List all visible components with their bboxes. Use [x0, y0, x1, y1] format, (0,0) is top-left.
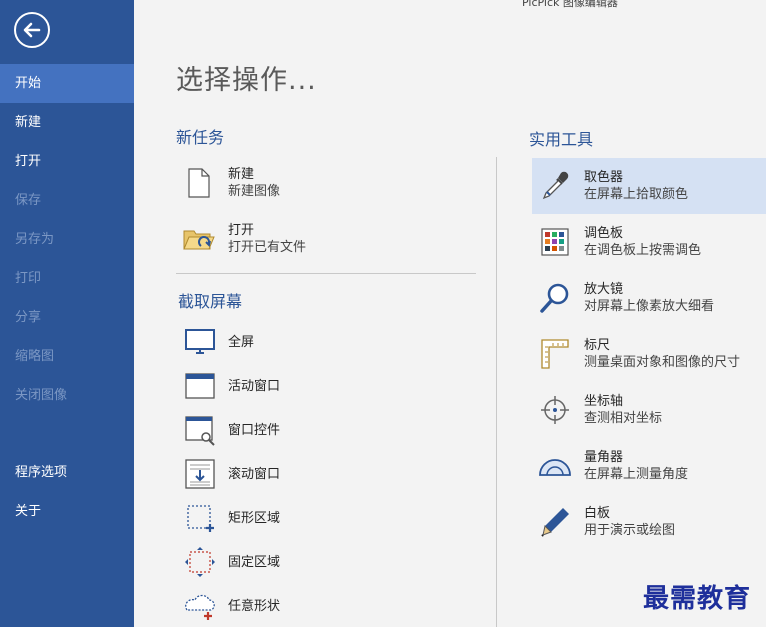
capture-scroll-window-label: 滚动窗口 [228, 466, 281, 482]
new-image-label: 新建 [228, 167, 255, 182]
capture-rect-region-button[interactable]: 矩形区域 [183, 501, 280, 535]
column-divider [496, 157, 497, 627]
tool-color-picker-label: 取色器 [584, 170, 624, 185]
capture-fixed-region-label: 固定区域 [228, 554, 281, 570]
sidebar-item-save-as: 另存为 [15, 232, 55, 247]
tool-crosshair-desc: 查测相对坐标 [584, 411, 663, 426]
tool-ruler-desc: 测量桌面对象和图像的尺寸 [584, 355, 741, 370]
capture-window-control-button[interactable]: 窗口控件 [183, 413, 280, 447]
tool-color-picker-button[interactable]: 取色器 在屏幕上拾取颜色 [532, 158, 766, 214]
window-icon [183, 369, 217, 403]
new-file-icon [182, 166, 216, 200]
tool-crosshair-label: 坐标轴 [584, 394, 624, 409]
capture-active-window-label: 活动窗口 [228, 378, 281, 394]
capture-fullscreen-label: 全屏 [228, 334, 255, 350]
watermark-text: 最需教育 [643, 584, 752, 614]
sidebar-item-options[interactable]: 程序选项 [0, 453, 134, 492]
tool-palette-label: 调色板 [584, 226, 624, 241]
tool-protractor-label: 量角器 [584, 450, 624, 465]
new-image-desc: 新建图像 [228, 184, 281, 199]
scroll-window-icon [183, 457, 217, 491]
open-folder-icon [182, 222, 216, 256]
tool-palette-desc: 在调色板上按需调色 [584, 243, 702, 258]
tool-protractor-desc: 在屏幕上测量角度 [584, 467, 689, 482]
tool-palette-button[interactable]: 调色板 在调色板上按需调色 [538, 225, 701, 259]
section-title-new-task: 新任务 [176, 128, 225, 147]
arrow-left-icon [23, 22, 41, 38]
section-divider [176, 273, 476, 274]
protractor-icon [538, 449, 572, 483]
capture-scroll-window-button[interactable]: 滚动窗口 [183, 457, 280, 491]
open-file-button[interactable]: 打开 打开已有文件 [182, 222, 306, 256]
tool-whiteboard-button[interactable]: 白板 用于演示或绘图 [538, 505, 675, 539]
page-title: 选择操作... [176, 65, 317, 96]
capture-fullscreen-button[interactable]: 全屏 [183, 325, 254, 359]
tool-ruler-button[interactable]: 标尺 测量桌面对象和图像的尺寸 [538, 337, 740, 371]
tool-magnifier-button[interactable]: 放大镜 对屏幕上像素放大细看 [538, 281, 714, 315]
capture-rect-region-label: 矩形区域 [228, 510, 281, 526]
tool-protractor-button[interactable]: 量角器 在屏幕上测量角度 [538, 449, 688, 483]
tool-magnifier-label: 放大镜 [584, 282, 624, 297]
monitor-icon [183, 325, 217, 359]
sidebar-item-new[interactable]: 新建 [0, 103, 134, 142]
window-control-icon [183, 413, 217, 447]
capture-active-window-button[interactable]: 活动窗口 [183, 369, 280, 403]
sidebar-item-about[interactable]: 关于 [0, 492, 134, 531]
tool-whiteboard-desc: 用于演示或绘图 [584, 523, 676, 538]
capture-freeform-region-label: 任意形状 [228, 598, 281, 614]
sidebar-item-thumbnail: 缩略图 [15, 349, 55, 364]
capture-window-control-label: 窗口控件 [228, 422, 281, 438]
sidebar: 开始 新建 打开 保存 另存为 打印 分享 缩略图 关闭图像 程序选项 关于 [0, 0, 134, 627]
sidebar-item-start[interactable]: 开始 [0, 64, 134, 103]
tool-crosshair-button[interactable]: 坐标轴 查测相对坐标 [538, 393, 662, 427]
crosshair-icon [538, 393, 572, 427]
capture-freeform-region-button[interactable]: 任意形状 [183, 589, 280, 623]
sidebar-item-open[interactable]: 打开 [0, 142, 134, 181]
app-title: PicPick 图像编辑器 [522, 0, 618, 9]
sidebar-item-share: 分享 [15, 310, 42, 325]
open-file-label: 打开 [228, 223, 255, 238]
tool-whiteboard-label: 白板 [584, 506, 611, 521]
freeform-region-icon [183, 589, 217, 623]
capture-fixed-region-button[interactable]: 固定区域 [183, 545, 280, 579]
sidebar-item-save: 保存 [15, 193, 42, 208]
open-file-desc: 打开已有文件 [228, 240, 307, 255]
ruler-icon [538, 337, 572, 371]
tool-magnifier-desc: 对屏幕上像素放大细看 [584, 299, 715, 314]
sidebar-item-close-image: 关闭图像 [15, 388, 68, 403]
section-title-tools: 实用工具 [529, 130, 594, 149]
palette-icon [538, 225, 572, 259]
tool-color-picker-desc: 在屏幕上拾取颜色 [584, 187, 689, 202]
back-button[interactable] [14, 12, 50, 48]
sidebar-item-print: 打印 [15, 271, 42, 286]
eyedropper-icon [538, 169, 572, 203]
new-image-button[interactable]: 新建 新建图像 [182, 166, 280, 200]
section-title-capture: 截取屏幕 [178, 292, 243, 311]
magnifier-icon [538, 281, 572, 315]
tool-ruler-label: 标尺 [584, 338, 611, 353]
sidebar-menu: 开始 新建 打开 保存 另存为 打印 分享 缩略图 关闭图像 程序选项 关于 [0, 64, 134, 531]
fixed-region-icon [183, 545, 217, 579]
pen-icon [538, 505, 572, 539]
rect-region-icon [183, 501, 217, 535]
